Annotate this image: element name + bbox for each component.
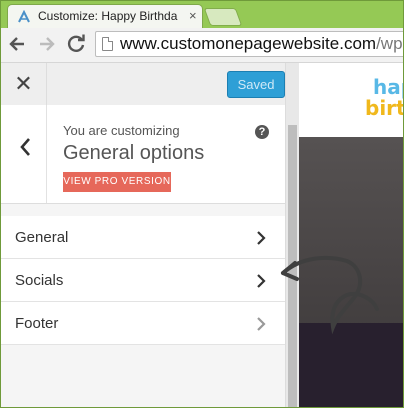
customizer-sidebar: ✕ Saved You are customizing General opti… bbox=[1, 63, 285, 407]
forward-arrow-icon[interactable] bbox=[37, 33, 57, 55]
chevron-right-icon bbox=[257, 231, 266, 245]
back-button[interactable] bbox=[1, 105, 47, 203]
customizing-label: You are customizing bbox=[63, 123, 180, 138]
menu-item-label: Footer bbox=[15, 315, 59, 332]
reload-icon[interactable] bbox=[65, 32, 87, 56]
menu-item-socials[interactable]: Socials bbox=[1, 259, 285, 302]
menu-item-footer[interactable]: Footer bbox=[1, 302, 285, 345]
site-logo-line2: birth bbox=[365, 96, 403, 120]
tab-bar: Customize: Happy Birthda × bbox=[1, 1, 403, 28]
view-pro-button[interactable]: VIEW PRO VERSION bbox=[63, 172, 171, 192]
browser-window: Customize: Happy Birthda × www.customone… bbox=[0, 0, 404, 408]
sidebar-scrollbar[interactable] bbox=[285, 63, 299, 407]
url-text: www.customonepagewebsite.com/wp-a bbox=[120, 34, 403, 54]
saved-button[interactable]: Saved bbox=[227, 71, 285, 98]
preview-header: happ birth bbox=[299, 63, 403, 137]
browser-tab[interactable]: Customize: Happy Birthda × bbox=[7, 4, 203, 28]
tab-close-icon[interactable]: × bbox=[189, 8, 197, 23]
new-tab-button[interactable] bbox=[203, 8, 243, 26]
chevron-left-icon bbox=[20, 138, 30, 156]
favicon-icon bbox=[18, 10, 30, 23]
section-title: General options bbox=[63, 142, 205, 164]
url-path: /wp-a bbox=[376, 34, 403, 53]
menu-item-label: General bbox=[15, 229, 69, 246]
close-icon: ✕ bbox=[14, 71, 33, 96]
close-customizer-button[interactable]: ✕ bbox=[1, 63, 47, 105]
page-icon bbox=[102, 37, 113, 51]
site-preview: happ birth bbox=[299, 63, 403, 407]
annotation-arrow-icon bbox=[281, 255, 379, 335]
back-arrow-icon[interactable] bbox=[7, 33, 27, 55]
help-icon[interactable]: ? bbox=[255, 125, 269, 139]
section-header: You are customizing General options ? VI… bbox=[1, 105, 285, 204]
browser-toolbar: www.customonepagewebsite.com/wp-a bbox=[1, 28, 403, 63]
address-bar[interactable]: www.customonepagewebsite.com/wp-a bbox=[95, 31, 403, 57]
options-menu: General Socials Footer bbox=[1, 216, 285, 345]
url-host: www.customonepagewebsite.com bbox=[120, 34, 377, 53]
menu-item-label: Socials bbox=[15, 272, 64, 289]
tab-title: Customize: Happy Birthda bbox=[38, 9, 178, 23]
menu-item-general[interactable]: General bbox=[1, 216, 285, 259]
customizer-header: ✕ Saved bbox=[1, 63, 285, 106]
